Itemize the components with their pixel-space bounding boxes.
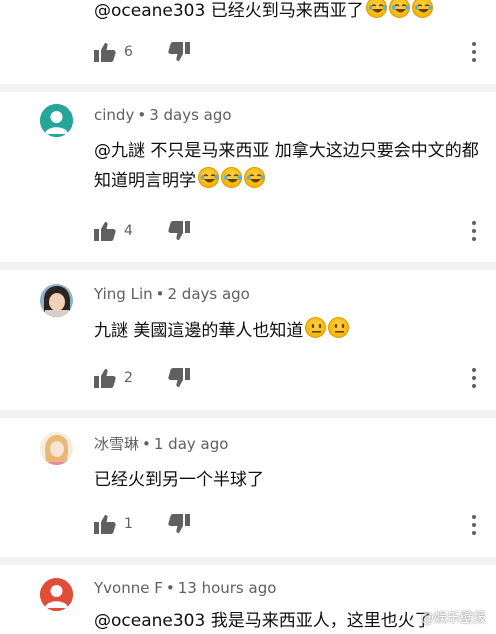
author-name[interactable]: 冰雪琳 xyxy=(94,435,139,453)
neutral-face-emoji-icon xyxy=(305,317,327,338)
comment-meta: 冰雪琳 • 1 day ago xyxy=(94,435,229,453)
default-user-icon xyxy=(40,578,73,611)
thumbs-down-icon[interactable] xyxy=(168,368,190,388)
laughing-emoji-icon xyxy=(198,167,219,188)
comment-meta: cindy • 3 days ago xyxy=(94,106,232,124)
author-name[interactable]: Ying Lin xyxy=(94,285,153,303)
thumbs-down-icon[interactable] xyxy=(168,42,190,62)
more-options-icon[interactable] xyxy=(466,42,482,62)
avatar[interactable] xyxy=(40,104,73,137)
comment-actions: 1 xyxy=(94,512,190,536)
divider xyxy=(0,557,496,565)
laughing-emoji-icon xyxy=(411,0,433,18)
comment-meta: Yvonne F • 13 hours ago xyxy=(94,579,277,597)
avatar[interactable] xyxy=(40,578,73,611)
comment-text: 九謎 美國這邊的華人也知道 xyxy=(94,316,484,346)
timestamp[interactable]: 2 days ago xyxy=(167,285,249,303)
more-options-icon[interactable] xyxy=(466,368,482,388)
comment-meta: Ying Lin • 2 days ago xyxy=(94,285,250,303)
user-photo-icon xyxy=(40,284,73,317)
like-count: 4 xyxy=(124,223,133,239)
thumbs-up-icon[interactable] xyxy=(94,368,116,388)
like-count: 1 xyxy=(124,516,133,532)
neutral-face-emoji-icon xyxy=(328,317,350,338)
author-name[interactable]: cindy xyxy=(94,106,134,124)
author-name[interactable]: Yvonne F xyxy=(94,579,163,597)
divider xyxy=(0,84,496,92)
comment-text: @oceane303 已经火到马来西亚了 xyxy=(94,0,484,26)
thumbs-up-icon[interactable] xyxy=(94,514,116,534)
thumbs-down-icon[interactable] xyxy=(168,221,190,241)
laughing-emoji-icon xyxy=(244,167,265,188)
weibo-watermark: @娱乐壁报 xyxy=(420,611,486,626)
laughing-emoji-icon xyxy=(365,0,387,18)
timestamp[interactable]: 13 hours ago xyxy=(178,579,277,597)
divider xyxy=(0,262,496,270)
timestamp[interactable]: 3 days ago xyxy=(149,106,231,124)
like-count: 6 xyxy=(124,44,133,60)
comment-actions: 4 xyxy=(94,219,190,243)
divider xyxy=(0,410,496,418)
avatar[interactable] xyxy=(40,284,73,317)
comment-actions: 6 xyxy=(94,40,190,64)
laughing-emoji-icon xyxy=(221,167,242,188)
user-photo-icon xyxy=(40,432,73,465)
like-count: 2 xyxy=(124,370,133,386)
more-options-icon[interactable] xyxy=(466,515,482,535)
laughing-emoji-icon xyxy=(388,0,410,18)
timestamp[interactable]: 1 day ago xyxy=(154,435,229,453)
comment-actions: 2 xyxy=(94,366,190,390)
more-options-icon[interactable] xyxy=(466,221,482,241)
comment-text: 已经火到另一个半球了 xyxy=(94,470,264,490)
default-user-icon xyxy=(40,104,73,137)
thumbs-up-icon[interactable] xyxy=(94,221,116,241)
comment-text: @九謎 不只是马来西亚 加拿大这边只要会中文的都知道明言明学 xyxy=(94,141,479,191)
thumbs-down-icon[interactable] xyxy=(168,514,190,534)
thumbs-up-icon[interactable] xyxy=(94,42,116,62)
avatar[interactable] xyxy=(40,432,73,465)
